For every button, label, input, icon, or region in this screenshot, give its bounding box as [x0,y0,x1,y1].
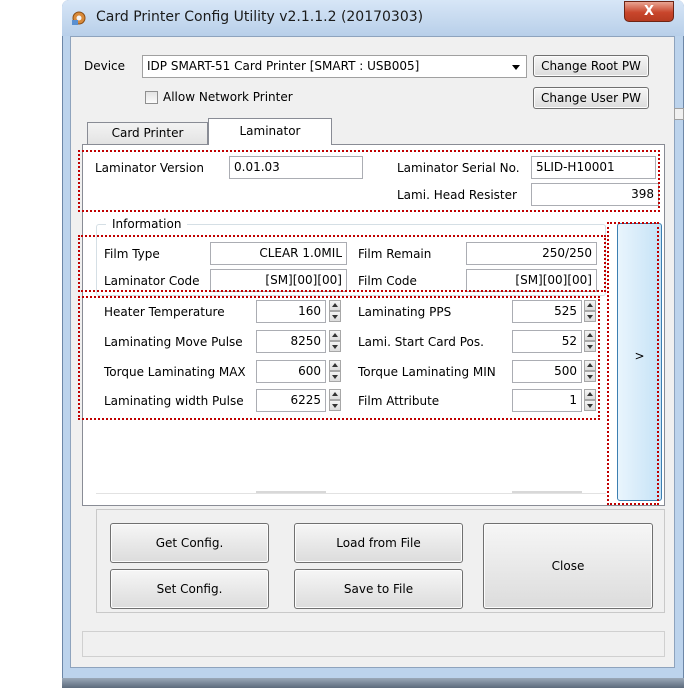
device-select-value: IDP SMART-51 Card Printer [SMART : USB00… [147,59,420,73]
status-bar [82,631,665,657]
close-button[interactable]: Close [483,523,653,609]
hidden-field-edge [256,491,326,493]
highlight-params-box [78,296,600,420]
highlight-version-box [78,150,660,212]
highlight-information-box [78,235,606,292]
information-group-label: Information [106,217,188,231]
device-select[interactable]: IDP SMART-51 Card Printer [SMART : USB00… [142,55,527,78]
allow-network-label: Allow Network Printer [163,90,293,104]
chevron-down-icon [512,65,520,70]
tab-card-printer[interactable]: Card Printer [87,122,208,144]
tab-laminator[interactable]: Laminator [208,118,332,145]
app-gear-icon [72,11,86,25]
hidden-field-edge [512,491,582,493]
window-close-button[interactable]: X [624,1,674,22]
allow-network-checkbox[interactable] [145,91,158,104]
change-root-pw-button[interactable]: Change Root PW [533,55,649,77]
save-to-file-button[interactable]: Save to File [294,569,463,609]
scroll-clip-line [96,493,606,494]
change-user-pw-button[interactable]: Change User PW [533,87,649,109]
window-edge-grip [674,108,684,120]
load-from-file-button[interactable]: Load from File [294,523,463,563]
set-config-button[interactable]: Set Config. [110,569,269,609]
highlight-nav-box [607,222,659,505]
get-config-button[interactable]: Get Config. [110,523,269,563]
window-bottom-edge [62,678,684,688]
device-label: Device [84,59,126,73]
window-title: Card Printer Config Utility v2.1.1.2 (20… [96,9,424,25]
